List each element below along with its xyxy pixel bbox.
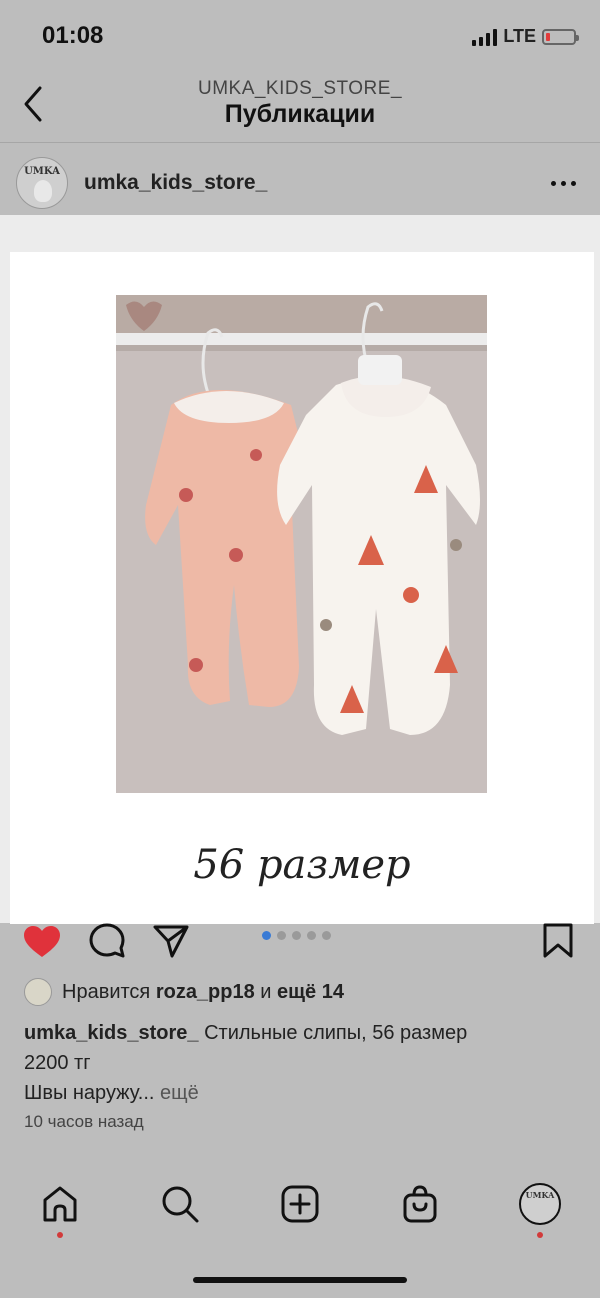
home-icon <box>43 1186 77 1222</box>
heart-filled-icon[interactable] <box>22 925 62 959</box>
battery-fill <box>546 32 550 41</box>
product-photo <box>116 295 487 793</box>
likes-text: Нравится roza_pp18 и ещё 14 <box>62 980 344 1003</box>
add-post-icon <box>281 1185 319 1223</box>
search-icon <box>162 1186 199 1223</box>
battery-icon <box>542 28 579 45</box>
post-caption: umka_kids_store_ Стильные слипы, 56 разм… <box>24 1018 584 1108</box>
status-bar: 01:08 LTE <box>0 0 600 70</box>
other-likes-link[interactable]: ещё 14 <box>277 981 344 1003</box>
tab-home[interactable] <box>36 1180 84 1228</box>
likes-row[interactable]: Нравится roza_pp18 и ещё 14 <box>24 976 344 1008</box>
post-header: UMKA umka_kids_store_ <box>0 143 600 215</box>
post-timestamp: 10 часов назад <box>24 1112 144 1131</box>
carousel-indicator <box>262 931 331 940</box>
network-label: LTE <box>503 26 536 46</box>
bookmark-icon[interactable] <box>540 923 576 959</box>
signal-icon <box>472 28 498 46</box>
tab-shop[interactable] <box>396 1180 444 1228</box>
post-username[interactable]: umka_kids_store_ <box>84 171 267 195</box>
status-time: 01:08 <box>42 22 104 49</box>
comment-icon[interactable] <box>88 923 126 959</box>
post-image-card: 56 размер <box>10 252 594 924</box>
avatar[interactable]: UMKA <box>16 157 68 209</box>
caption-line3: Швы наружу... <box>24 1082 155 1104</box>
baby-sleepsuits-image <box>116 295 487 793</box>
home-indicator <box>193 1277 407 1283</box>
profile-avatar: UMKA <box>519 1183 561 1225</box>
nav-bar: UMKA_KIDS_STORE_ Публикации <box>0 70 600 142</box>
more-horizontal-icon <box>551 181 556 186</box>
tab-profile[interactable]: UMKA <box>516 1180 564 1228</box>
caption-price: 2200 тг <box>24 1052 91 1074</box>
liker-avatar <box>24 978 52 1006</box>
tab-new-post[interactable] <box>276 1180 324 1228</box>
shop-bag-icon <box>403 1185 437 1223</box>
account-name[interactable]: UMKA_KIDS_STORE_ <box>0 78 600 100</box>
caption-more-link[interactable]: ещё <box>154 1082 199 1104</box>
bear-logo-icon <box>34 180 52 202</box>
home-notification-dot <box>57 1232 63 1238</box>
status-indicators: LTE <box>472 26 579 47</box>
tab-search[interactable] <box>156 1180 204 1228</box>
more-options-button[interactable] <box>551 181 576 186</box>
profile-notification-dot <box>537 1232 543 1238</box>
send-icon[interactable] <box>152 923 190 959</box>
liker-username[interactable]: roza_pp18 <box>156 981 255 1003</box>
caption-username[interactable]: umka_kids_store_ <box>24 1022 199 1044</box>
post-media[interactable]: 56 размер <box>0 215 600 924</box>
caption-text: Стильные слипы, 56 размер <box>198 1022 468 1044</box>
post-actions <box>0 923 600 963</box>
image-size-caption: 56 размер <box>193 842 411 888</box>
avatar-logo-text: UMKA <box>24 166 60 177</box>
page-title: Публикации <box>224 100 376 128</box>
